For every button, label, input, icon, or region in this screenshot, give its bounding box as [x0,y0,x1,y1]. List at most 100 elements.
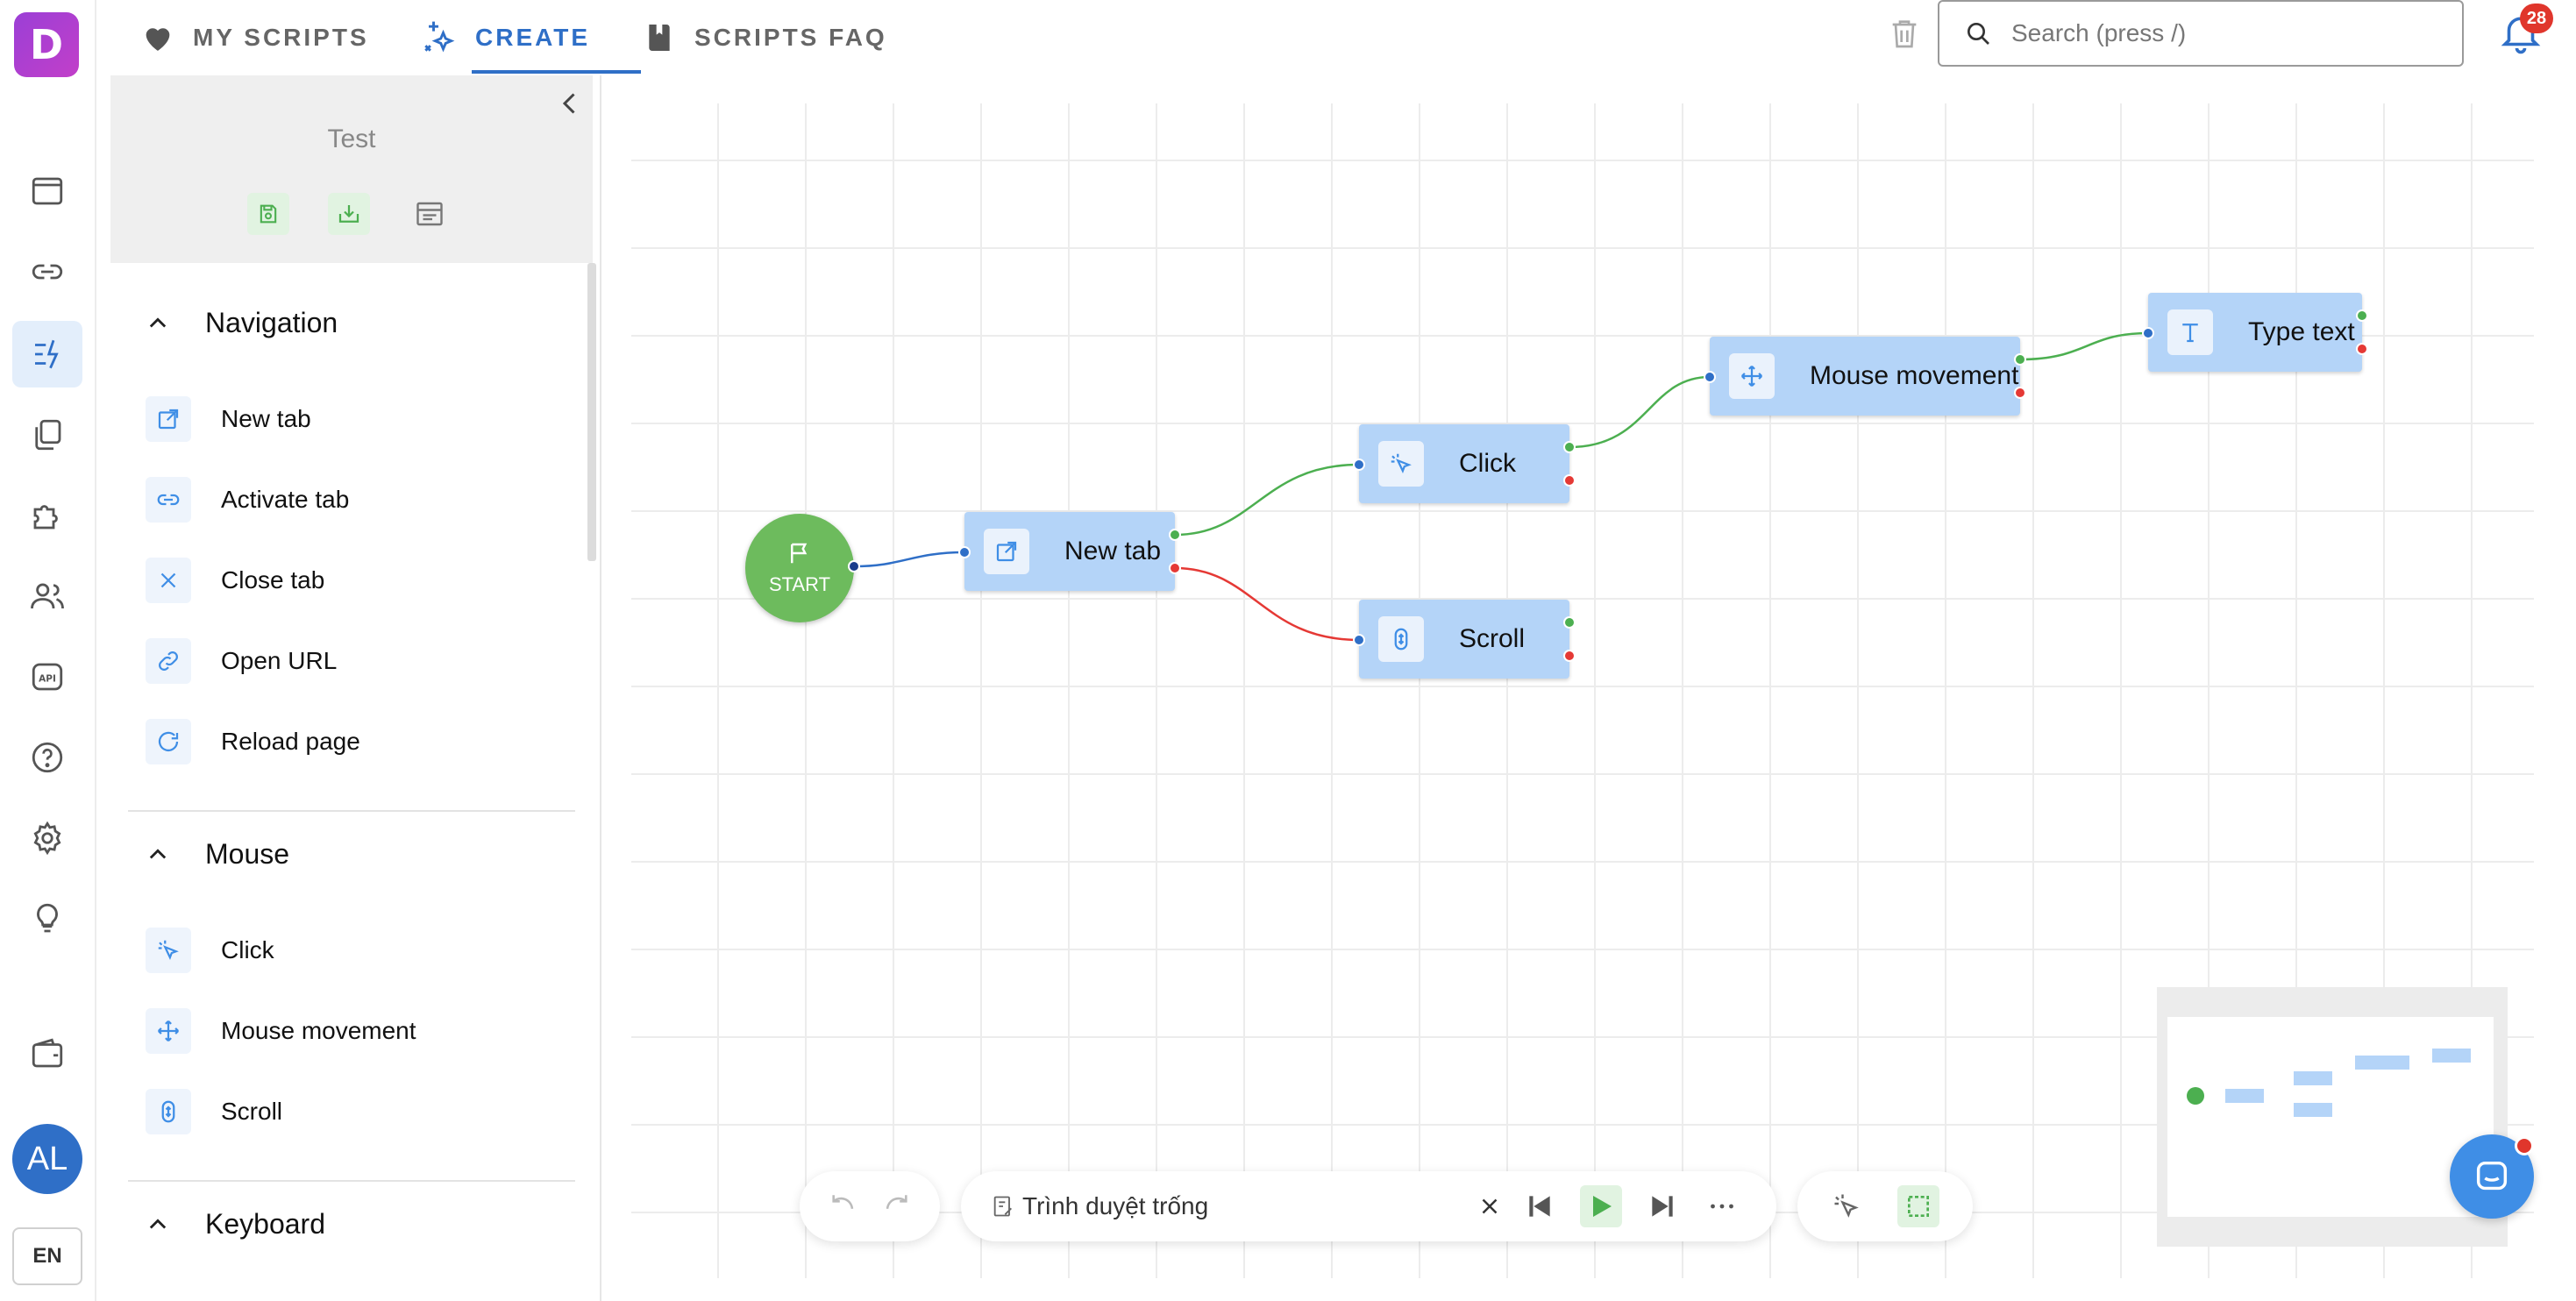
node-scroll[interactable]: Scroll [1359,600,1569,679]
area-select-button[interactable] [1897,1185,1939,1227]
start-output-port[interactable] [848,560,860,572]
app-logo[interactable]: D [14,12,79,77]
run-button[interactable] [1580,1185,1622,1227]
rail-api[interactable]: API [12,643,82,710]
node-label: Scroll [1459,624,1526,653]
collapse-panel-button[interactable] [554,88,586,124]
rail-ideas[interactable] [12,885,82,952]
wallet-icon [32,1038,63,1068]
panel-border [600,75,601,1301]
rail-links[interactable] [12,238,82,305]
profile-select[interactable]: Trình duyệt trống [1022,1192,1208,1220]
node-success-port[interactable] [2014,353,2026,366]
script-details-button[interactable] [409,193,451,235]
node-success-port[interactable] [1169,529,1181,541]
node-error-port[interactable] [1563,650,1576,662]
step-forward-icon[interactable] [1645,1189,1680,1224]
link-icon [157,494,180,506]
node-label: Mouse movement [1810,361,2019,390]
language-switch[interactable]: EN [12,1227,82,1285]
node-error-port[interactable] [1563,474,1576,487]
tab-scripts-faq[interactable]: SCRIPTS FAQ [642,0,887,75]
sparkle-icon [424,21,455,53]
tab-create[interactable]: CREATE [419,0,590,75]
book-icon [649,25,670,51]
node-error-port[interactable] [2014,387,2026,399]
blocks-panel: Test Navigation New tab Activate tab Clo… [110,75,601,1301]
rail-scripts[interactable] [12,321,82,387]
user-avatar[interactable]: AL [12,1124,82,1194]
pointer-select-icon[interactable] [1831,1191,1862,1222]
rail-browser-profiles[interactable] [12,158,82,224]
document-lines-icon [416,202,443,226]
rail-help[interactable] [12,724,82,791]
more-icon[interactable] [1706,1191,1738,1222]
undo-icon[interactable] [829,1191,858,1221]
block-reload-page[interactable]: Reload page [146,719,360,764]
block-label: Reload page [221,728,360,755]
history-controls [800,1171,940,1241]
node-new-tab[interactable]: New tab [964,512,1175,591]
script-bolt-icon [35,339,59,369]
download-tray-icon [338,205,359,223]
rail-wallet[interactable] [12,1020,82,1087]
save-button[interactable] [247,193,289,235]
block-label: Click [221,936,274,963]
search-input[interactable] [2011,19,2415,47]
step-back-icon[interactable] [1522,1189,1557,1224]
node-success-port[interactable] [1563,441,1576,453]
block-label: New tab [221,405,311,432]
block-scroll[interactable]: Scroll [146,1089,282,1134]
start-node[interactable]: START [745,514,854,622]
trash-button[interactable] [1887,16,1922,55]
block-open-url[interactable]: Open URL [146,638,337,684]
rail-team[interactable] [12,563,82,629]
node-click[interactable]: Click [1359,424,1569,503]
node-error-port[interactable] [2356,343,2368,355]
node-input-port[interactable] [1353,634,1365,646]
close-icon[interactable] [1477,1193,1503,1219]
rail-settings[interactable] [12,805,82,871]
node-input-port[interactable] [1353,459,1365,471]
svg-text:API: API [39,673,56,684]
block-label: Close tab [221,566,325,594]
section-mouse[interactable]: Mouse [146,838,289,871]
block-label: Mouse movement [221,1017,416,1044]
move-arrows-icon [157,1020,180,1042]
node-input-port[interactable] [958,546,971,558]
api-icon: API [32,663,63,691]
section-keyboard[interactable]: Keyboard [146,1208,325,1241]
select-tools [1797,1171,1973,1241]
script-title[interactable]: Test [110,124,593,154]
rail-copies[interactable] [12,402,82,468]
save-as-button[interactable] [328,193,370,235]
block-close-tab[interactable]: Close tab [146,558,324,603]
tab-my-scripts[interactable]: MY SCRIPTS [140,0,369,75]
redo-icon[interactable] [881,1191,911,1221]
block-click[interactable]: Click [146,928,274,973]
search-icon [1968,23,1989,45]
gear-icon [33,821,61,856]
node-input-port[interactable] [2142,327,2154,339]
section-navigation[interactable]: Navigation [146,307,338,339]
search-box[interactable] [1938,0,2464,67]
marquee-select-icon [1908,1196,1929,1217]
minimap[interactable] [2157,987,2508,1247]
node-success-port[interactable] [1563,616,1576,629]
panel-scrollbar[interactable] [587,263,596,561]
node-error-port[interactable] [1169,562,1181,574]
text-t-icon [2182,323,2198,343]
node-label: New tab [1064,537,1162,565]
node-type-text[interactable]: Type text [2148,293,2362,372]
tab-scripts-faq-label: SCRIPTS FAQ [694,24,887,51]
minimap-viewport[interactable] [2167,1017,2494,1217]
node-input-port[interactable] [1704,371,1716,383]
node-success-port[interactable] [2356,309,2368,322]
minimap-node [2294,1071,2332,1085]
floppy-disk-icon [260,204,277,224]
block-mouse-movement[interactable]: Mouse movement [146,1008,416,1054]
rail-extensions[interactable] [12,482,82,549]
block-new-tab[interactable]: New tab [146,396,311,442]
node-mouse-movement[interactable]: Mouse movement [1710,337,2020,416]
block-activate-tab[interactable]: Activate tab [146,477,349,523]
